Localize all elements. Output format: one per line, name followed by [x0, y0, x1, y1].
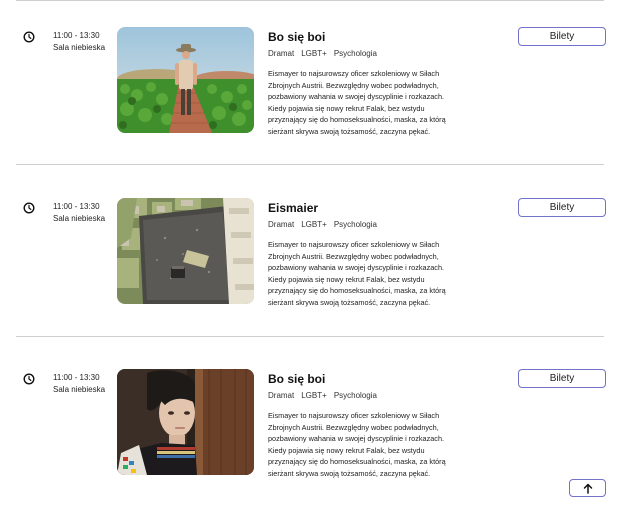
clock-icon [23, 31, 35, 43]
film-tags: Dramat LGBT+ Psychologia [268, 390, 377, 401]
clock-icon [23, 373, 35, 385]
screening-item: 11:00 - 13:30 Sala niebieska [0, 198, 622, 348]
film-still-image [117, 27, 254, 133]
screening-item: 11:00 - 13:30 Sala niebieska [0, 27, 622, 177]
screening-time: 11:00 - 13:30 [53, 31, 100, 40]
film-poster[interactable] [117, 27, 254, 133]
clock-icon [23, 202, 35, 214]
film-tags: Dramat LGBT+ Psychologia [268, 219, 377, 230]
divider [16, 164, 604, 165]
screening-room: Sala niebieska [53, 214, 106, 223]
tag-genre: Psychologia [333, 220, 377, 229]
screening-time: 11:00 - 13:30 [53, 373, 100, 382]
film-title[interactable]: Bo się boi [268, 371, 325, 387]
tag-genre: Psychologia [333, 391, 377, 400]
tickets-button[interactable]: Bilety [518, 27, 606, 46]
film-description: Eismayer to najsurowszy oficer szkolenio… [268, 240, 446, 307]
tickets-button[interactable]: Bilety [518, 198, 606, 217]
screening-item: 11:00 - 13:30 Sala niebieska [0, 369, 622, 505]
divider [16, 336, 604, 337]
tag-genre: LGBT+ [301, 49, 327, 58]
tag-genre: LGBT+ [301, 220, 327, 229]
film-poster[interactable] [117, 198, 254, 304]
tickets-button[interactable]: Bilety [518, 369, 606, 388]
film-poster[interactable] [117, 369, 254, 475]
film-still-image [117, 198, 254, 304]
film-tags: Dramat LGBT+ Psychologia [268, 48, 377, 59]
scroll-to-top-button[interactable] [569, 479, 606, 497]
divider [16, 0, 604, 1]
screening-room: Sala niebieska [53, 385, 106, 394]
film-title[interactable]: Bo się boi [268, 29, 325, 45]
film-description: Eismayer to najsurowszy oficer szkolenio… [268, 411, 446, 478]
arrow-up-icon [583, 483, 592, 494]
tag-genre: Dramat [268, 220, 295, 229]
screening-room: Sala niebieska [53, 43, 106, 52]
screening-list-page: 11:00 - 13:30 Sala niebieska Bo się boi … [0, 0, 622, 505]
tag-genre: Dramat [268, 49, 295, 58]
film-description: Eismayer to najsurowszy oficer szkolenio… [268, 69, 446, 136]
tag-genre: Psychologia [333, 49, 377, 58]
screening-time: 11:00 - 13:30 [53, 202, 100, 211]
film-title[interactable]: Eismaier [268, 200, 318, 216]
tag-genre: Dramat [268, 391, 295, 400]
film-still-image [117, 369, 254, 475]
tag-genre: LGBT+ [301, 391, 327, 400]
